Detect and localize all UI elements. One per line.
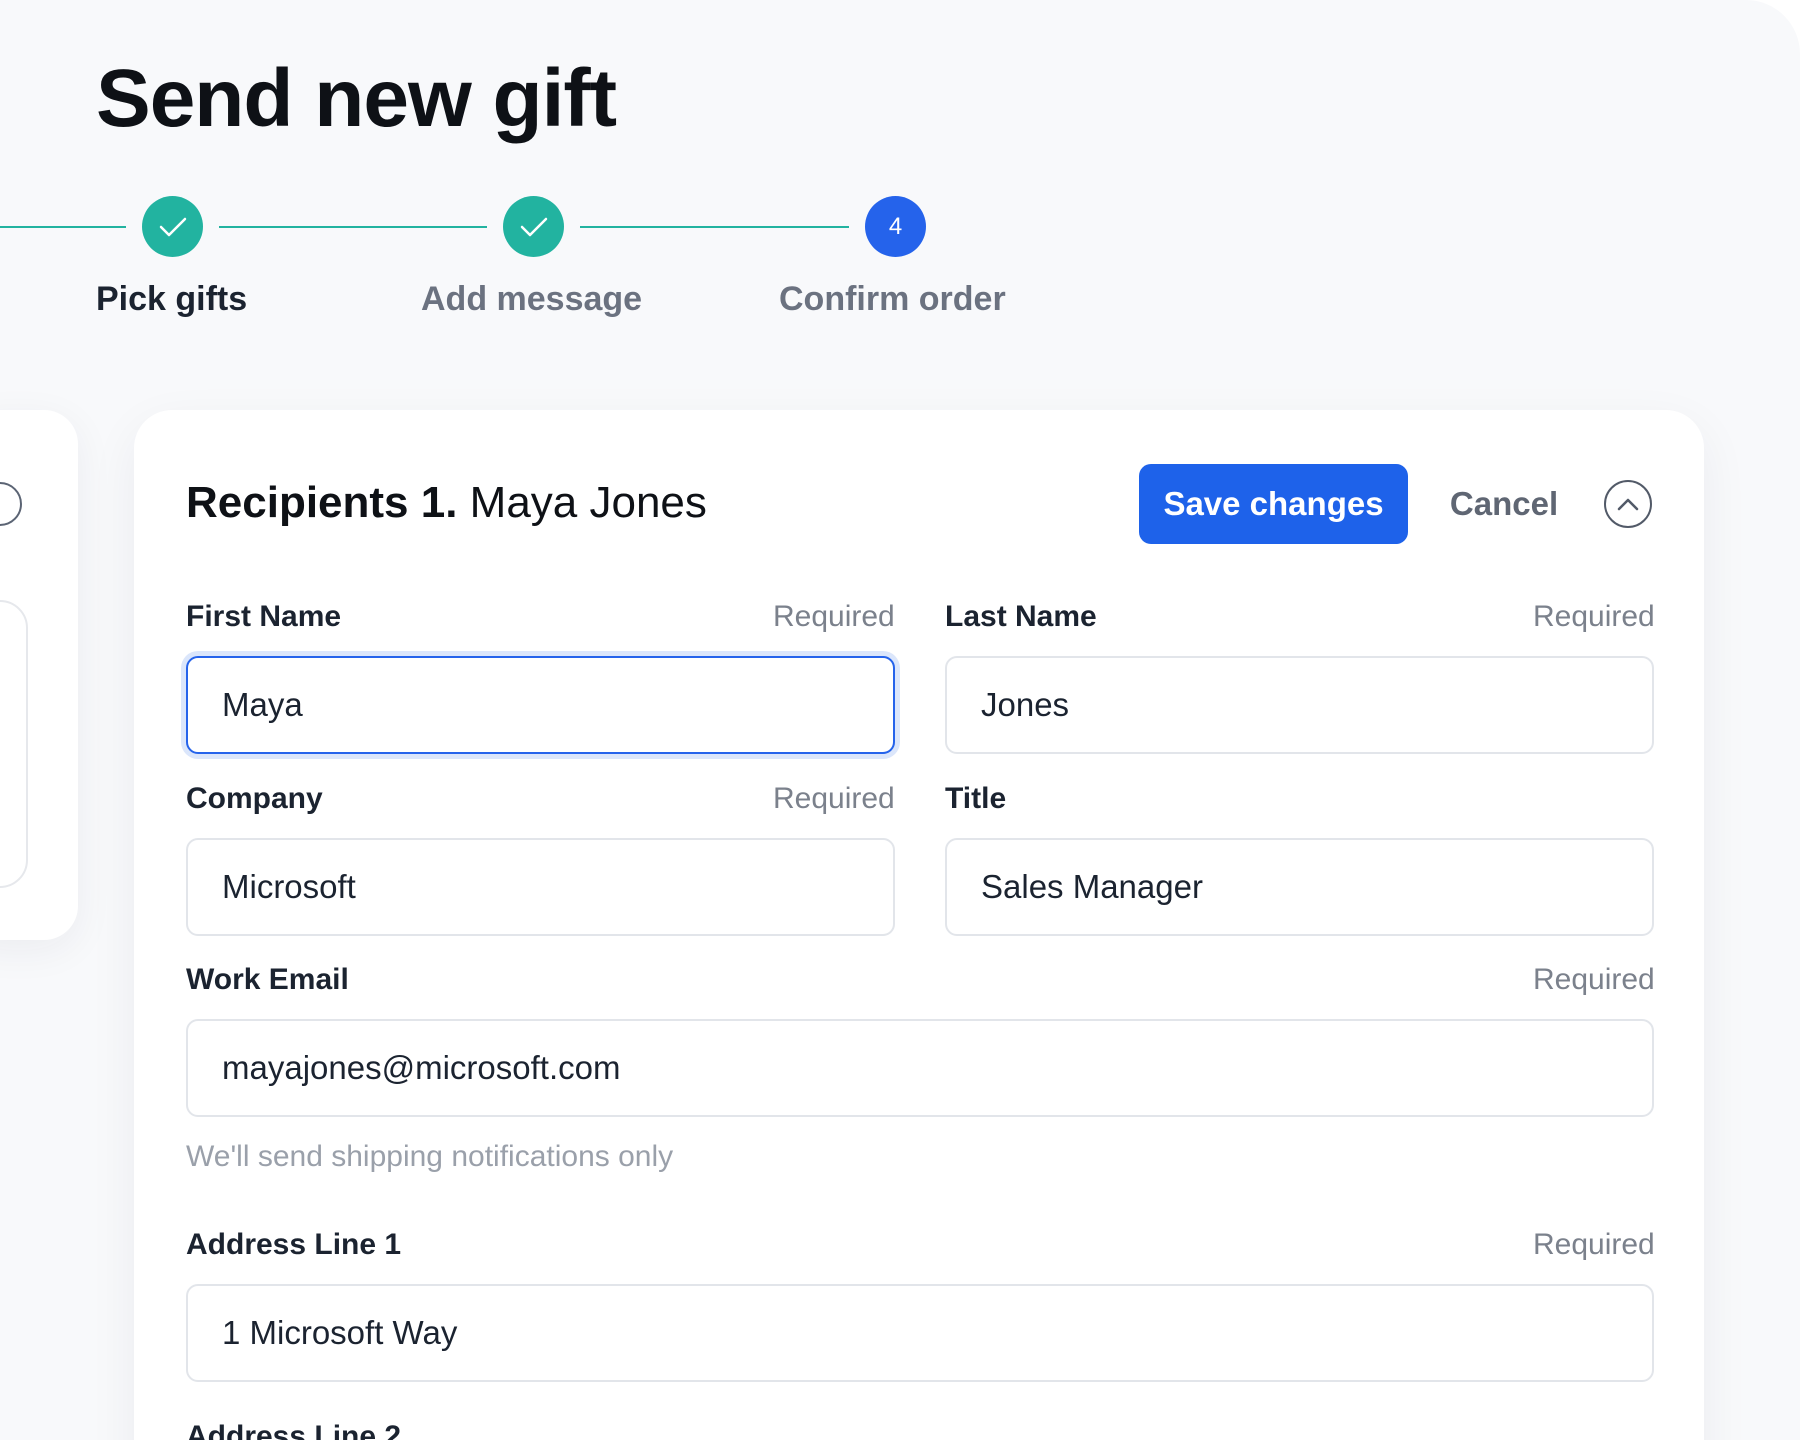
check-icon — [520, 217, 547, 236]
last-name-input[interactable] — [945, 656, 1654, 754]
last-name-label: Last Name — [945, 600, 1097, 633]
stepper-connector — [580, 226, 849, 228]
first-name-required: Required — [773, 600, 895, 633]
step-label-add-message[interactable]: Add message — [421, 280, 642, 319]
cancel-button[interactable]: Cancel — [1434, 464, 1574, 544]
work-email-hint: We'll send shipping notifications only — [186, 1140, 674, 1173]
first-name-input[interactable] — [186, 656, 895, 754]
chevron-up-icon — [1617, 498, 1639, 511]
step-pick-gifts-indicator[interactable] — [142, 196, 203, 257]
address-line-2-label: Address Line 2 — [186, 1420, 402, 1440]
title-label: Title — [945, 782, 1007, 815]
collapse-button[interactable] — [1604, 480, 1652, 528]
save-changes-button[interactable]: Save changes — [1139, 464, 1408, 544]
step-label-pick-gifts[interactable]: Pick gifts — [96, 280, 247, 319]
address-line-1-input[interactable] — [186, 1284, 1654, 1382]
stepper-connector — [0, 226, 126, 228]
recipient-heading: Recipients 1. Maya Jones — [186, 478, 707, 528]
address-line-1-label: Address Line 1 — [186, 1228, 402, 1261]
title-input[interactable] — [945, 838, 1654, 936]
check-icon — [159, 217, 186, 236]
previous-recipient-panel — [0, 600, 28, 888]
recipient-card: Recipients 1. Maya Jones Save changes Ca… — [134, 410, 1704, 1440]
work-email-input[interactable] — [186, 1019, 1654, 1117]
recipient-index: Recipients 1. — [186, 478, 458, 527]
step-add-message-indicator[interactable] — [503, 196, 564, 257]
recipient-name: Maya Jones — [469, 478, 707, 527]
company-label: Company — [186, 782, 323, 815]
work-email-required: Required — [1533, 963, 1655, 996]
company-required: Required — [773, 782, 895, 815]
stepper-connector — [219, 226, 487, 228]
step-confirm-order-indicator[interactable]: 4 — [865, 196, 926, 257]
last-name-required: Required — [1533, 600, 1655, 633]
page-title: Send new gift — [96, 53, 617, 144]
page-background: Send new gift 4 Pick gifts Add message C… — [0, 0, 1800, 1440]
work-email-label: Work Email — [186, 963, 349, 996]
company-input[interactable] — [186, 838, 895, 936]
step-label-confirm-order[interactable]: Confirm order — [779, 280, 1006, 319]
first-name-label: First Name — [186, 600, 342, 633]
address-line-1-required: Required — [1533, 1228, 1655, 1261]
